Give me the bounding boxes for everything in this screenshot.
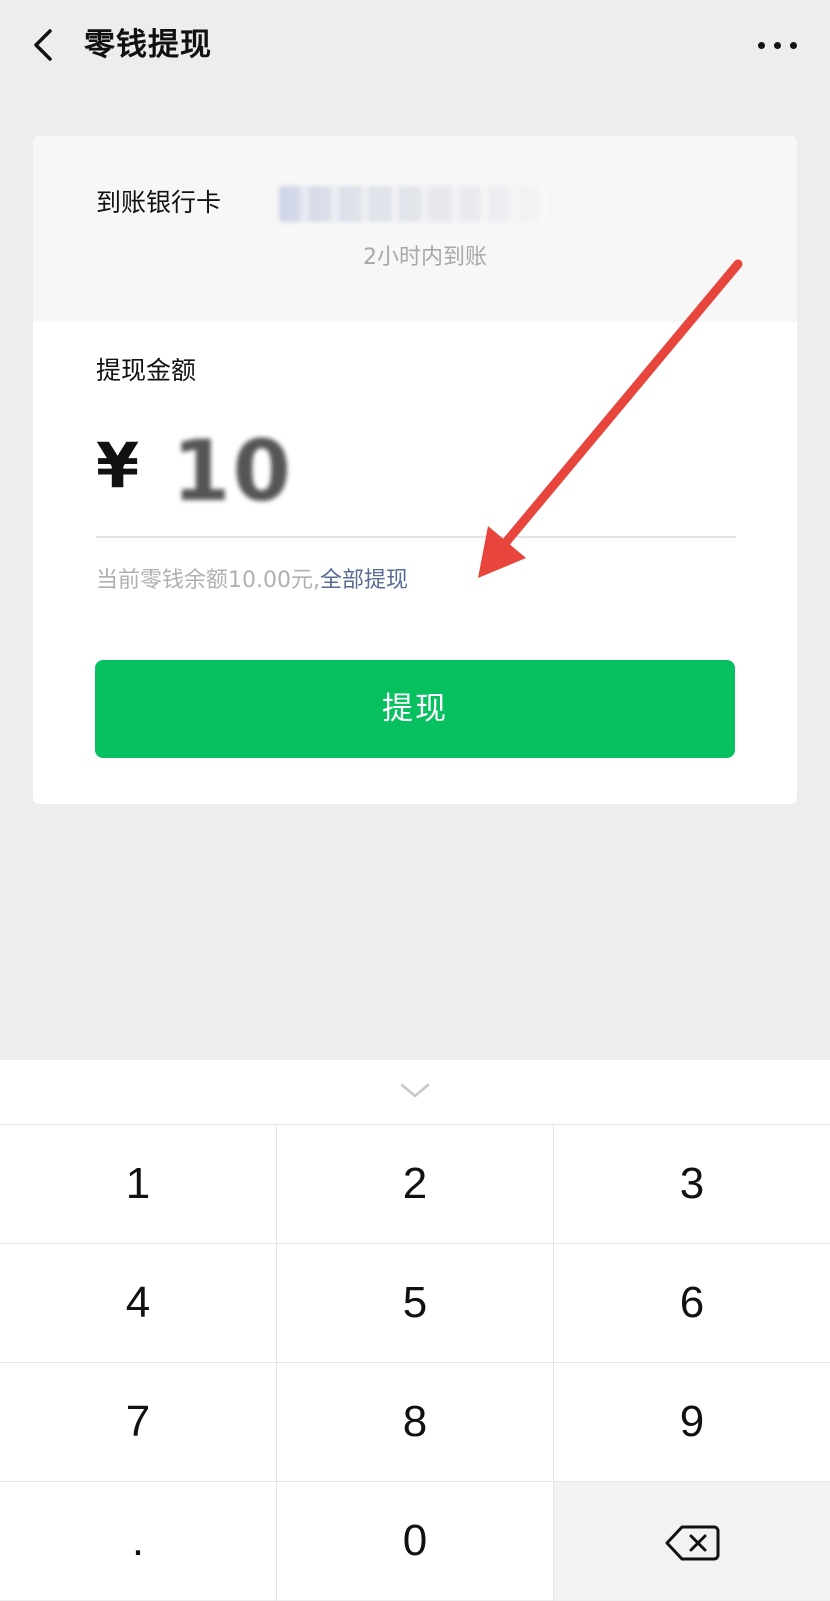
keypad-grid: 1 2 3 4 5 6 7 8 9 . 0	[0, 1124, 830, 1601]
keypad-collapse-button[interactable]	[0, 1060, 830, 1124]
withdraw-all-link[interactable]: 全部提现	[320, 568, 408, 593]
key-6[interactable]: 6	[554, 1244, 830, 1362]
amount-divider	[96, 536, 736, 538]
navigation-bar: 零钱提现	[0, 0, 830, 92]
currency-symbol: ¥	[96, 429, 140, 502]
withdraw-card: 到账银行卡 2小时内到账 提现金额 ¥ 10 当前零钱余额10.00元,全部提现…	[33, 136, 797, 804]
key-9[interactable]: 9	[554, 1363, 830, 1481]
more-button[interactable]	[752, 22, 802, 68]
amount-value: 10	[172, 422, 293, 520]
page-title: 零钱提现	[84, 27, 212, 63]
key-1[interactable]: 1	[0, 1125, 276, 1243]
bank-card-section[interactable]: 到账银行卡 2小时内到账	[33, 136, 797, 322]
key-decimal[interactable]: .	[0, 1482, 276, 1600]
key-delete[interactable]	[554, 1482, 830, 1600]
withdraw-button[interactable]: 提现	[95, 660, 735, 758]
key-2[interactable]: 2	[277, 1125, 553, 1243]
balance-text: 当前零钱余额10.00元,	[96, 568, 320, 593]
balance-info: 当前零钱余额10.00元,全部提现	[96, 564, 408, 598]
more-dots-icon	[758, 42, 765, 49]
backspace-icon	[665, 1525, 720, 1561]
chevron-down-icon	[400, 1083, 430, 1098]
key-4[interactable]: 4	[0, 1244, 276, 1362]
key-3[interactable]: 3	[554, 1125, 830, 1243]
key-7[interactable]: 7	[0, 1363, 276, 1481]
key-5[interactable]: 5	[277, 1244, 553, 1362]
back-button[interactable]	[22, 22, 68, 68]
arrival-time: 2小时内到账	[363, 245, 487, 270]
amount-input[interactable]: ¥ 10	[96, 416, 736, 526]
numeric-keypad: 1 2 3 4 5 6 7 8 9 . 0	[0, 1060, 830, 1601]
key-0[interactable]: 0	[277, 1482, 553, 1600]
chevron-left-icon	[34, 29, 52, 61]
bank-card-number-redacted	[279, 186, 547, 222]
bank-card-label: 到账银行卡	[96, 188, 222, 217]
amount-label: 提现金额	[96, 356, 197, 385]
key-8[interactable]: 8	[277, 1363, 553, 1481]
